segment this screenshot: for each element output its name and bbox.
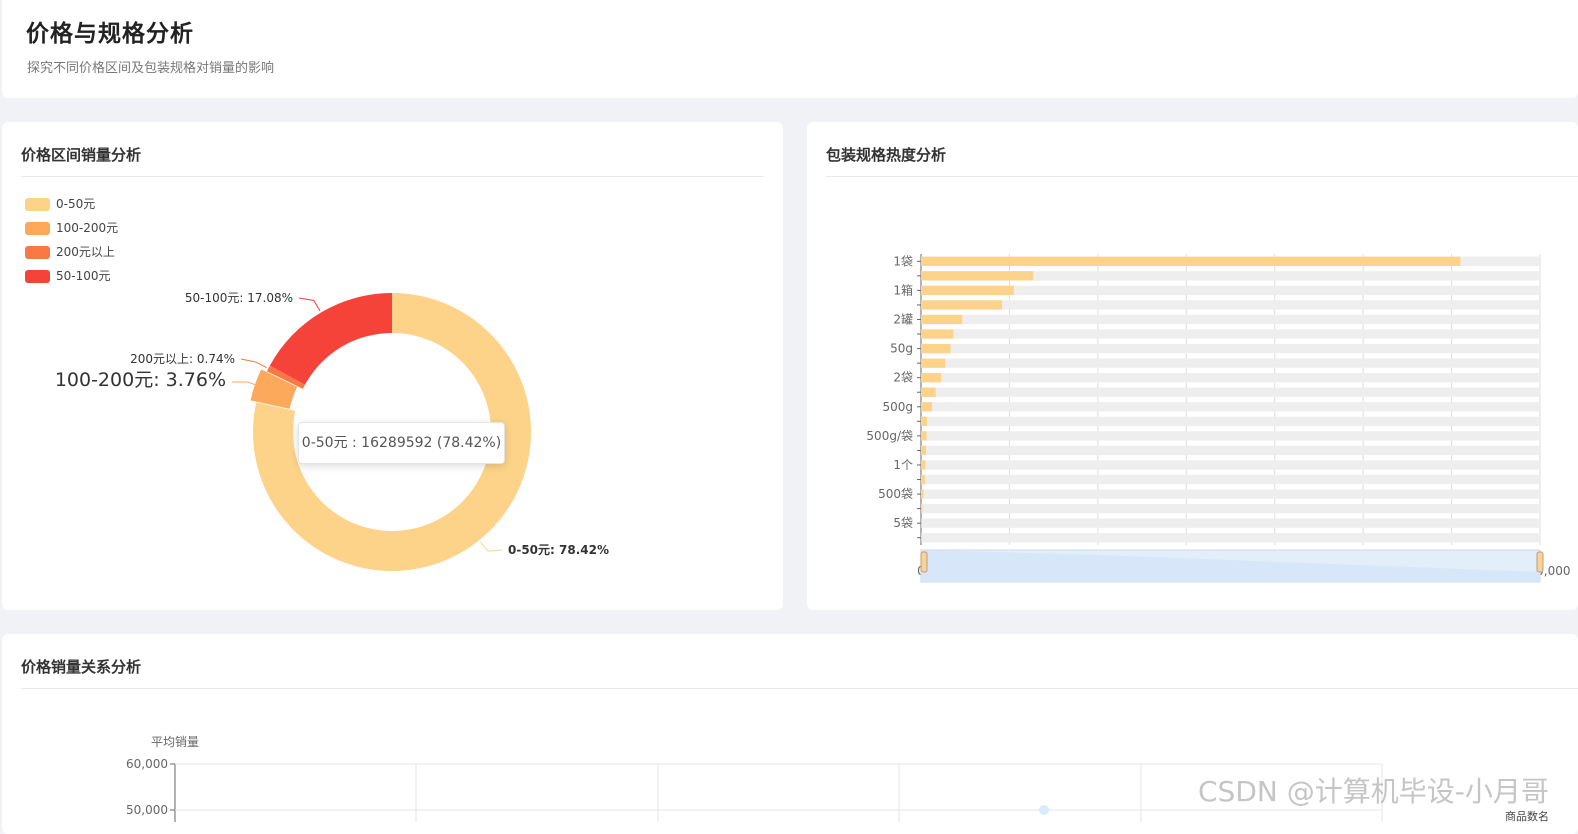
price-sales-relation-chart: 平均销量 60,000 50,000 商品数名 bbox=[126, 735, 1549, 822]
y-tick-label: 60,000 bbox=[126, 757, 168, 771]
watermark: CSDN @计算机毕设-小月哥 bbox=[1198, 775, 1549, 808]
x-axis-name: 商品数名 bbox=[1505, 809, 1549, 822]
y-tick-label: 50,000 bbox=[126, 803, 168, 817]
y-axis-name: 平均销量 bbox=[151, 735, 199, 749]
scatter-point[interactable] bbox=[1039, 805, 1049, 815]
